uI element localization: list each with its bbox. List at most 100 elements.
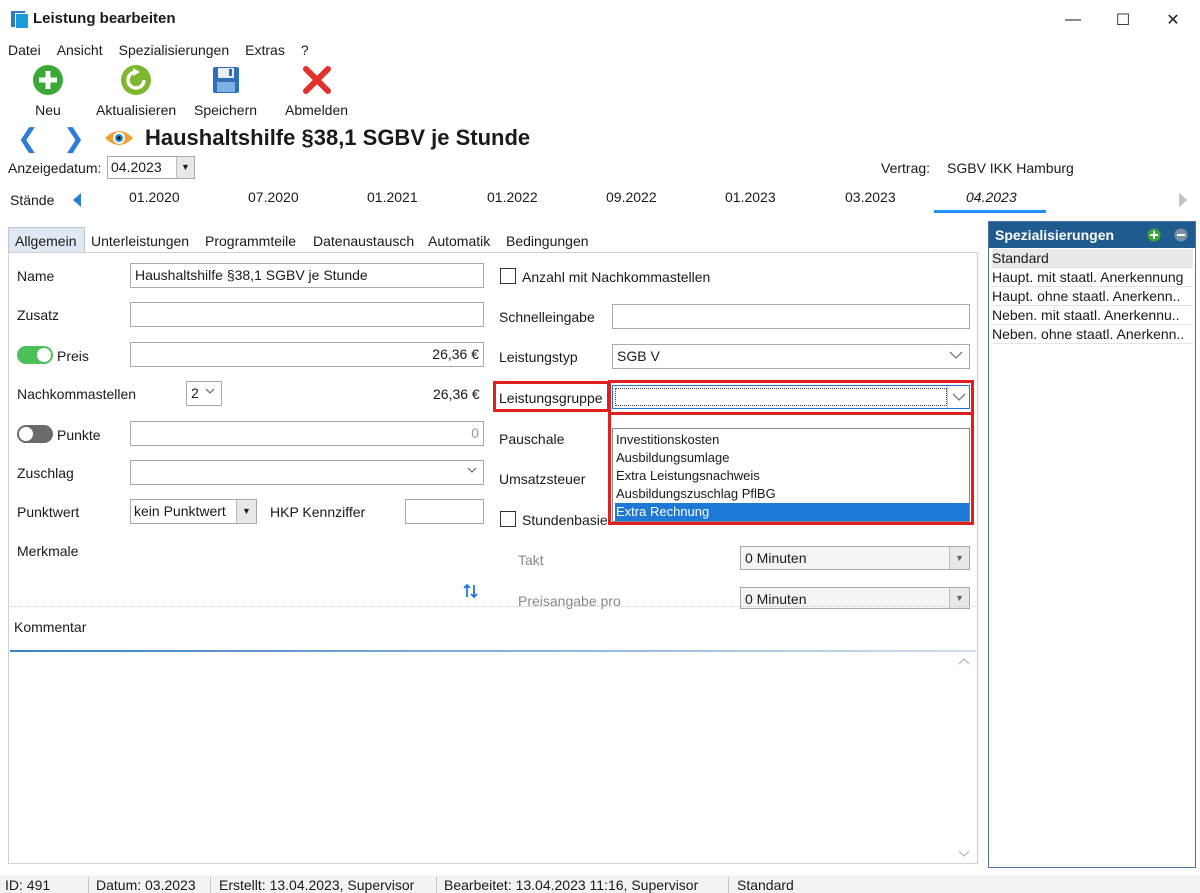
- page-title: Haushaltshilfe §38,1 SGBV je Stunde: [145, 125, 531, 150]
- maximize-button[interactable]: ☐: [1098, 6, 1148, 34]
- takt-select[interactable]: 0 Minuten ▼: [740, 546, 970, 570]
- stand-date[interactable]: 09.2022: [606, 189, 657, 205]
- menu-bar: Datei Ansicht Spezialisierungen Extras ?: [0, 40, 317, 60]
- stand-date[interactable]: 01.2021: [367, 189, 418, 205]
- preis-input[interactable]: 26,36 €: [130, 342, 484, 367]
- window-title: Leistung bearbeiten: [33, 10, 176, 27]
- specialization-item[interactable]: Neben. mit staatl. Anerkennu..: [992, 306, 1193, 325]
- specialization-item[interactable]: Neben. ohne staatl. Anerkenn..: [992, 325, 1193, 344]
- tab-allgemein[interactable]: Allgemein: [15, 232, 76, 250]
- display-date-select[interactable]: 04.2023 ▼: [107, 156, 195, 179]
- leistungsgruppe-field-highlight: [608, 380, 974, 413]
- close-window-button[interactable]: ✕: [1148, 6, 1198, 34]
- title-bar: Leistung bearbeiten — ☐ ✕: [0, 0, 1200, 38]
- menu-spezialisierungen[interactable]: Spezialisierungen: [111, 40, 238, 60]
- logout-label: Abmelden: [285, 102, 349, 118]
- status-variant: Standard: [737, 877, 794, 893]
- punktwert-select[interactable]: kein Punktwert ▼: [130, 499, 257, 524]
- staende-prev-icon[interactable]: [73, 193, 81, 207]
- preis-toggle[interactable]: [17, 346, 53, 364]
- zusatz-input[interactable]: [130, 302, 484, 327]
- comment-textarea[interactable]: [10, 654, 976, 862]
- display-date-value: 04.2023: [111, 159, 162, 175]
- status-datum: Datum: 03.2023: [96, 877, 196, 893]
- chevron-down-icon: [467, 467, 477, 473]
- menu-help[interactable]: ?: [293, 40, 317, 60]
- nachkomma-select[interactable]: 2: [186, 381, 222, 406]
- staende-next-icon[interactable]: [1179, 193, 1187, 207]
- contract-label: Vertrag:: [881, 160, 931, 176]
- zuschlag-select[interactable]: [130, 460, 484, 485]
- stand-date[interactable]: 01.2020: [129, 189, 180, 205]
- nachkomma-label: Nachkommastellen: [17, 386, 137, 402]
- tab-datenaustausch[interactable]: Datenaustausch: [313, 232, 414, 250]
- minimize-button[interactable]: —: [1048, 6, 1098, 34]
- remove-specialization-icon[interactable]: [1174, 228, 1188, 242]
- add-specialization-icon[interactable]: [1147, 228, 1161, 242]
- schnell-label: Schnelleingabe: [499, 309, 595, 325]
- chevron-down-icon: [205, 388, 215, 394]
- red-x-icon: [302, 66, 331, 94]
- hkp-input[interactable]: [405, 499, 484, 524]
- sort-icon[interactable]: [463, 583, 479, 599]
- stand-date[interactable]: 01.2022: [487, 189, 538, 205]
- refresh-icon: [121, 65, 152, 95]
- status-separator: [210, 877, 211, 893]
- schnell-input[interactable]: [612, 304, 970, 329]
- stundenbasiert-checkbox[interactable]: [500, 511, 516, 527]
- dropdown-arrow-icon: ▼: [949, 588, 969, 608]
- punkte-toggle[interactable]: [17, 425, 53, 443]
- status-erstellt: Erstellt: 13.04.2023, Supervisor: [219, 877, 415, 893]
- comment-label: Kommentar: [14, 619, 87, 635]
- leistungsgruppe-label: Leistungsgruppe: [499, 390, 603, 406]
- app-icon: [11, 11, 29, 29]
- scroll-up-icon[interactable]: [958, 657, 970, 665]
- pauschale-label: Pauschale: [499, 431, 565, 447]
- tab-bedingungen[interactable]: Bedingungen: [506, 232, 589, 250]
- stand-date[interactable]: 03.2023: [845, 189, 896, 205]
- specializations-header: Spezialisierungen: [989, 222, 1195, 248]
- name-input[interactable]: Haushaltshilfe §38,1 SGBV je Stunde: [130, 263, 484, 288]
- specialization-item[interactable]: Haupt. mit staatl. Anerkennung: [992, 268, 1193, 287]
- menu-datei[interactable]: Datei: [0, 40, 49, 60]
- display-date-label: Anzeigedatum:: [8, 160, 102, 176]
- takt-label: Takt: [518, 552, 544, 568]
- scroll-down-icon[interactable]: [958, 850, 970, 858]
- stand-date[interactable]: 07.2020: [248, 189, 299, 205]
- punktwert-value: kein Punktwert: [134, 503, 226, 519]
- status-separator: [88, 877, 89, 893]
- zuschlag-label: Zuschlag: [17, 465, 74, 481]
- tab-automatik[interactable]: Automatik: [428, 232, 490, 250]
- tab-programmteile[interactable]: Programmteile: [205, 232, 296, 250]
- hkp-label: HKP Kennziffer: [270, 504, 366, 520]
- logout-button[interactable]: Abmelden: [285, 64, 348, 118]
- status-separator: [728, 877, 729, 893]
- dropdown-arrow-icon: ▼: [176, 157, 194, 178]
- takt-value: 0 Minuten: [745, 550, 807, 566]
- save-button[interactable]: Speichern: [194, 64, 257, 118]
- new-button[interactable]: Neu: [32, 64, 64, 118]
- nachkomma-result: 26,36 €: [433, 386, 480, 402]
- refresh-button[interactable]: Aktualisieren: [96, 64, 176, 118]
- name-label: Name: [17, 268, 55, 284]
- forward-arrow-icon[interactable]: ❯: [63, 124, 85, 152]
- punkte-input[interactable]: 0: [130, 421, 484, 446]
- menu-ansicht[interactable]: Ansicht: [49, 40, 111, 60]
- chevron-down-icon: [949, 351, 963, 359]
- menu-extras[interactable]: Extras: [237, 40, 293, 60]
- dropdown-list-highlight: [608, 412, 974, 525]
- leistungstyp-select[interactable]: SGB V: [612, 344, 970, 369]
- leistungstyp-label: Leistungstyp: [499, 349, 578, 365]
- specialization-item[interactable]: Haupt. ohne staatl. Anerkenn..: [992, 287, 1193, 306]
- refresh-label: Aktualisieren: [96, 102, 177, 118]
- preisangabe-value: 0 Minuten: [745, 591, 807, 607]
- specialization-item[interactable]: Standard: [992, 249, 1193, 268]
- dropdown-arrow-icon: ▼: [949, 547, 969, 569]
- back-arrow-icon[interactable]: ❮: [17, 124, 39, 152]
- anzahl-checkbox[interactable]: [500, 268, 516, 284]
- stand-date[interactable]: 01.2023: [725, 189, 776, 205]
- tab-unterleistungen[interactable]: Unterleistungen: [91, 232, 189, 250]
- specializations-title: Spezialisierungen: [995, 227, 1115, 243]
- stand-date-selected[interactable]: 04.2023: [966, 189, 1017, 205]
- leistungstyp-value: SGB V: [617, 348, 660, 364]
